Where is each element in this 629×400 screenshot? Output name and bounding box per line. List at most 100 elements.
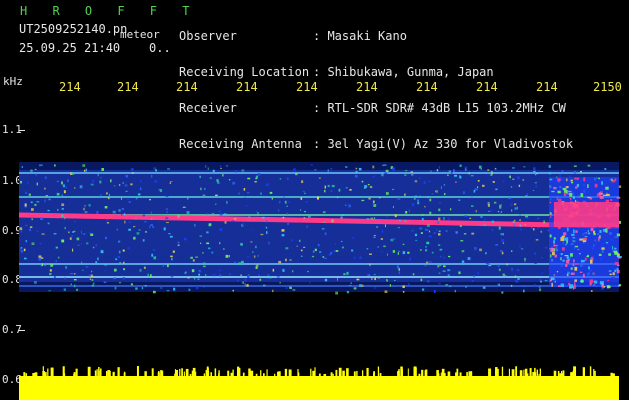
noise-speck <box>101 249 103 253</box>
signal-strength-spike <box>436 372 438 376</box>
noise-speck <box>491 229 493 231</box>
noise-speck <box>547 229 550 232</box>
noise-speck <box>438 272 441 274</box>
noise-speck <box>61 239 65 243</box>
noise-speck <box>483 224 487 226</box>
noise-speck <box>128 228 132 231</box>
noise-speck <box>411 173 414 176</box>
noise-speck <box>345 187 348 189</box>
noise-speck <box>121 213 123 216</box>
meteor-speck <box>572 195 575 199</box>
noise-speck <box>534 174 537 176</box>
noise-speck <box>257 173 261 177</box>
noise-speck <box>255 266 258 269</box>
noise-speck <box>455 231 458 234</box>
noise-speck <box>173 287 176 291</box>
noise-speck <box>438 217 441 221</box>
noise-speck <box>238 262 242 265</box>
noise-speck <box>513 203 517 206</box>
noise-speck <box>498 212 502 214</box>
noise-speck <box>340 240 343 243</box>
noise-speck <box>272 268 275 272</box>
noise-speck <box>240 243 244 246</box>
meteor-speck <box>570 272 575 275</box>
meteor-speck <box>590 227 594 232</box>
noise-speck <box>225 165 229 167</box>
signal-strength-spike <box>538 373 540 376</box>
noise-speck <box>169 182 171 185</box>
noise-speck <box>118 184 121 186</box>
noise-speck <box>20 250 24 253</box>
noise-line-4 <box>19 263 619 265</box>
noise-speck <box>343 273 346 276</box>
noise-speck <box>114 286 117 290</box>
noise-speck <box>331 184 335 188</box>
signal-strength-spike <box>398 370 400 376</box>
noise-speck <box>218 210 221 213</box>
noise-speck <box>410 229 414 232</box>
noise-speck <box>324 189 326 193</box>
noise-speck <box>470 205 474 207</box>
noise-speck <box>324 257 327 260</box>
noise-speck <box>414 195 418 198</box>
noise-speck <box>353 256 356 259</box>
noise-speck <box>241 223 244 226</box>
noise-speck <box>459 176 462 179</box>
noise-speck <box>191 269 195 273</box>
noise-speck <box>376 226 378 228</box>
noise-speck <box>281 234 285 237</box>
noise-speck <box>100 177 102 179</box>
noise-speck <box>151 218 153 220</box>
meteor-speck <box>549 201 552 204</box>
noise-speck <box>197 278 200 280</box>
noise-speck <box>394 214 397 218</box>
noise-speck <box>90 233 94 236</box>
noise-speck <box>84 205 86 207</box>
noise-speck <box>41 233 45 235</box>
noise-speck <box>177 214 180 218</box>
signal-strength-spike <box>230 372 233 376</box>
noise-speck <box>502 242 505 244</box>
noise-speck <box>170 181 173 183</box>
noise-speck <box>604 168 607 170</box>
noise-speck <box>314 248 317 252</box>
noise-speck <box>232 181 236 185</box>
noise-speck <box>393 238 396 240</box>
signal-strength-spike <box>47 368 49 376</box>
noise-speck <box>540 230 543 233</box>
noise-speck <box>123 261 125 264</box>
noise-speck <box>206 212 209 215</box>
noise-speck <box>279 282 281 284</box>
noise-speck <box>124 184 128 187</box>
hrofft-logo: H R O F F T <box>20 4 199 18</box>
noise-speck <box>255 264 259 267</box>
noise-speck <box>63 190 66 194</box>
noise-line-5 <box>19 276 619 278</box>
noise-speck <box>116 228 119 231</box>
noise-speck <box>259 278 262 281</box>
noise-speck <box>447 217 450 221</box>
noise-speck <box>300 197 303 200</box>
meteor-speck <box>579 238 583 241</box>
noise-speck <box>113 185 116 187</box>
noise-speck <box>535 206 537 208</box>
signal-strength-spike <box>179 368 181 376</box>
noise-speck <box>498 268 501 272</box>
meteor-speck <box>552 278 554 280</box>
noise-speck <box>241 169 245 172</box>
noise-speck <box>198 269 201 273</box>
noise-speck <box>321 227 325 230</box>
noise-speck <box>76 237 80 241</box>
noise-speck <box>548 171 552 175</box>
noise-speck <box>301 180 304 184</box>
noise-speck <box>182 206 186 209</box>
noise-speck <box>142 239 145 242</box>
signal-strength-spike <box>278 371 281 376</box>
noise-speck <box>139 187 142 191</box>
noise-speck <box>112 210 116 214</box>
noise-speck <box>200 187 202 191</box>
noise-speck <box>397 252 399 255</box>
noise-speck <box>373 236 376 238</box>
noise-speck <box>31 242 35 246</box>
noise-speck <box>419 177 421 179</box>
